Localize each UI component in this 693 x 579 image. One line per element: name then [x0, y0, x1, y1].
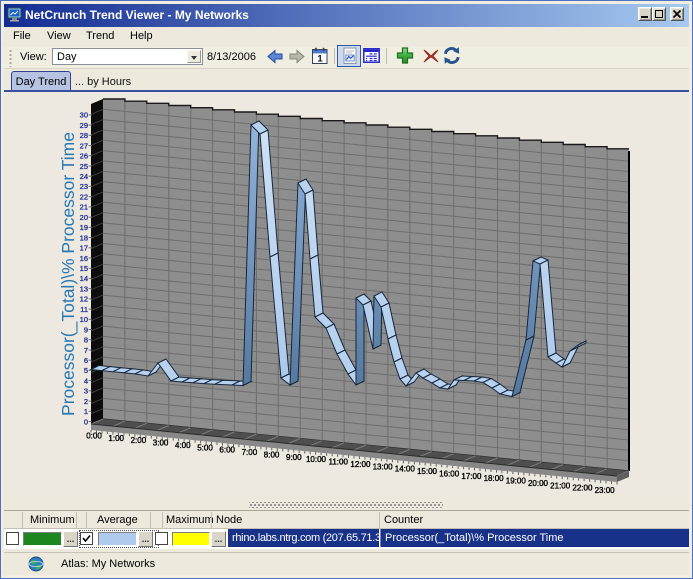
- svg-text:13: 13: [80, 284, 88, 293]
- svg-text:0: 0: [84, 417, 88, 426]
- svg-text:4: 4: [84, 376, 88, 385]
- svg-text:16:00: 16:00: [439, 469, 460, 478]
- svg-text:5: 5: [84, 366, 88, 375]
- svg-text:12:00: 12:00: [350, 460, 371, 469]
- svg-text:3:00: 3:00: [153, 439, 169, 448]
- svg-text:21: 21: [80, 203, 88, 212]
- svg-text:18: 18: [80, 233, 88, 242]
- svg-text:1: 1: [84, 407, 88, 416]
- svg-text:8:00: 8:00: [264, 451, 280, 460]
- svg-text:26: 26: [80, 152, 88, 161]
- svg-text:5:00: 5:00: [197, 443, 213, 452]
- svg-text:17: 17: [80, 244, 88, 253]
- svg-text:12: 12: [80, 295, 88, 304]
- svg-text:4:00: 4:00: [175, 441, 191, 450]
- svg-text:20:00: 20:00: [528, 479, 549, 488]
- svg-text:2:00: 2:00: [131, 436, 147, 445]
- svg-text:9: 9: [84, 325, 88, 334]
- svg-text:10: 10: [80, 315, 88, 324]
- svg-text:7:00: 7:00: [242, 448, 258, 457]
- svg-text:19:00: 19:00: [506, 477, 527, 486]
- svg-text:14:00: 14:00: [395, 465, 416, 474]
- svg-text:3: 3: [84, 387, 88, 396]
- svg-text:10:00: 10:00: [306, 455, 327, 464]
- svg-text:1: 1: [317, 54, 323, 65]
- svg-text:20: 20: [80, 213, 88, 222]
- svg-text:28: 28: [80, 131, 88, 140]
- svg-text:8: 8: [84, 336, 88, 345]
- svg-text:9:00: 9:00: [286, 453, 302, 462]
- svg-text:15: 15: [80, 264, 88, 273]
- svg-text:15:00: 15:00: [417, 467, 438, 476]
- svg-text:14: 14: [80, 274, 88, 283]
- svg-text:30: 30: [80, 111, 88, 120]
- svg-text:13:00: 13:00: [373, 462, 394, 471]
- svg-text:23: 23: [80, 182, 88, 191]
- svg-text:17:00: 17:00: [461, 472, 482, 481]
- svg-text:Processor(_Total)\% Processor: Processor(_Total)\% Processor Time: [58, 132, 79, 416]
- svg-text:25: 25: [80, 162, 88, 171]
- svg-text:11: 11: [80, 305, 88, 314]
- svg-text:19: 19: [80, 223, 88, 232]
- svg-text:21:00: 21:00: [550, 481, 571, 490]
- svg-text:7: 7: [84, 346, 88, 355]
- svg-text:24: 24: [80, 172, 88, 181]
- svg-text:6:00: 6:00: [219, 446, 235, 455]
- svg-text:6: 6: [84, 356, 88, 365]
- svg-text:2: 2: [84, 397, 88, 406]
- svg-text:23:00: 23:00: [595, 486, 616, 495]
- svg-text:16: 16: [80, 254, 88, 263]
- svg-text:29: 29: [80, 121, 88, 130]
- svg-text:22:00: 22:00: [572, 484, 593, 493]
- svg-text:0:00: 0:00: [86, 432, 102, 441]
- svg-text:1:00: 1:00: [108, 434, 124, 443]
- svg-text:27: 27: [80, 141, 88, 150]
- svg-text:18:00: 18:00: [484, 474, 505, 483]
- svg-text:11:00: 11:00: [328, 458, 348, 467]
- svg-text:22: 22: [80, 193, 88, 202]
